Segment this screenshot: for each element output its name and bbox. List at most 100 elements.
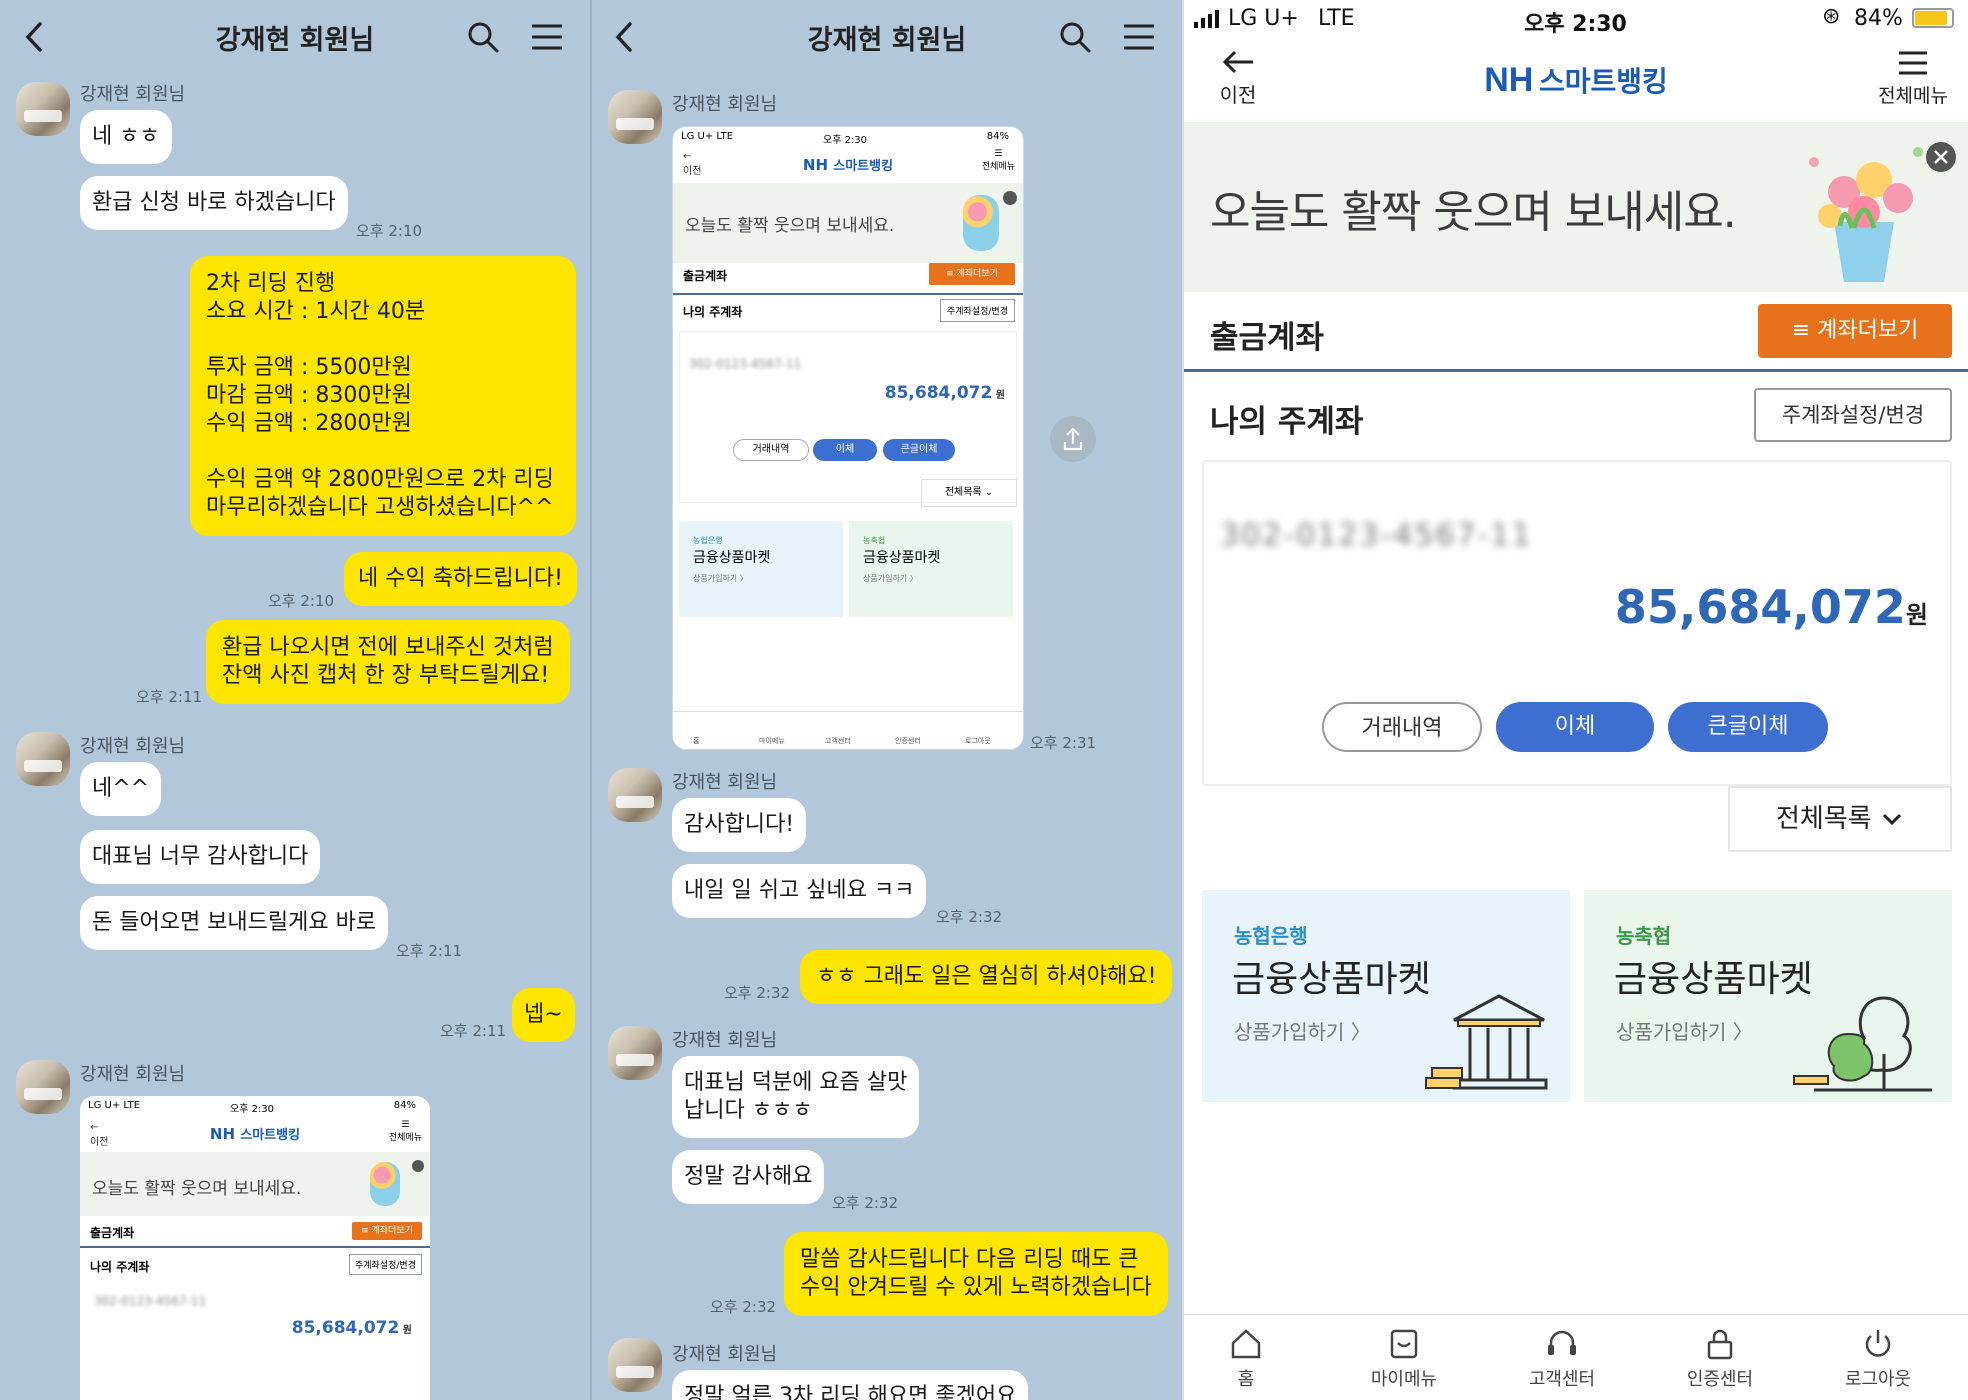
mini-main-account: 나의 주계좌 <box>90 1260 150 1274</box>
message-bubble[interactable]: 환급 신청 바로 하겠습니다 <box>80 176 348 230</box>
tab-my-menu[interactable]: 마이메뉴 <box>1344 1327 1464 1391</box>
my-menu-icon <box>1390 1329 1418 1359</box>
message-time: 오후 2:10 <box>268 592 335 610</box>
main-account-settings-button[interactable]: 주계좌설정/변경 <box>1754 388 1952 442</box>
product-card-nonghyup-cooperative[interactable]: 농축협 금융상품마켓 상품가입하기 〉 <box>1584 890 1952 1102</box>
mini-more-accounts: ≡ 계좌더보기 <box>352 1222 422 1240</box>
withdraw-title: 출금계좌 <box>1210 320 1325 356</box>
chat-window-left: 강재현 회원님 강재현 회원님 네 ㅎㅎ 환급 신청 바로 하겠습니다 오후 2… <box>0 0 590 1400</box>
mini-tabbar: 홈 마이메뉴 고객센터 인증센터 로그아웃 <box>673 711 1023 749</box>
tab-certification-center[interactable]: 인증센터 <box>1660 1327 1780 1391</box>
sender-name: 강재현 회원님 <box>80 1064 186 1085</box>
mini-withdraw-title: 출금계좌 <box>683 269 728 283</box>
avatar[interactable] <box>16 1060 70 1114</box>
sender-name: 강재현 회원님 <box>80 84 186 105</box>
main-account-section: 나의 주계좌 주계좌설정/변경 <box>1184 372 1968 452</box>
message-bubble[interactable]: 정말 감사해요 <box>672 1150 825 1204</box>
message-bubble[interactable]: 정말 얼른 3차 리딩 해요면 좋겠어요 <box>672 1370 1029 1400</box>
tab-home[interactable]: 홈 <box>1186 1327 1306 1391</box>
image-attachment[interactable]: LG U+ LTE 오후 2:30 84% ← 이전 NH 스마트뱅킹 ☰ 전체메뉴… <box>672 126 1024 750</box>
avatar[interactable] <box>16 82 70 136</box>
search-icon[interactable] <box>466 20 500 54</box>
chat-header: 강재현 회원님 <box>592 0 1182 72</box>
tab-customer-center[interactable]: 고객센터 <box>1502 1327 1622 1391</box>
network: LTE <box>1318 6 1355 31</box>
message-bubble-mine[interactable]: 네 수익 축하드립니다! <box>344 552 577 606</box>
sender-name: 강재현 회원님 <box>672 94 778 115</box>
power-icon <box>1865 1330 1891 1357</box>
message-bubble[interactable]: 감사합니다! <box>672 798 807 852</box>
account-card: 302-0123-4567-11 85,684,072원 거래내역 이체 큰글이… <box>1202 460 1952 786</box>
hamburger-menu-icon[interactable] <box>1122 22 1156 52</box>
mini-all-list: 전체목록 ⌄ <box>921 479 1017 507</box>
mini-status-time: 오후 2:30 <box>823 135 868 146</box>
card-title: 금융상품마켓 <box>1232 959 1431 1000</box>
message-bubble-mine[interactable]: 넵~ <box>512 988 575 1042</box>
signal-icon <box>1194 10 1219 28</box>
transaction-history-button[interactable]: 거래내역 <box>1322 702 1482 752</box>
message-bubble[interactable]: 대표님 너무 감사합니다 <box>80 830 321 884</box>
status-bar: LG U+ LTE 오후 2:30 ⊛ 84% <box>1184 0 1968 40</box>
card-bank-name: 농축협 <box>1616 924 1672 948</box>
message-bubble-mine[interactable]: 2차 리딩 진행 소요 시간 : 1시간 40분 투자 금액 : 5500만원 … <box>190 256 576 536</box>
chat-header: 강재현 회원님 <box>0 0 590 72</box>
tree-icon <box>1793 996 1932 1092</box>
all-list-dropdown[interactable]: 전체목록 <box>1728 786 1952 852</box>
mini-menu: ☰ 전체메뉴 <box>388 1120 422 1143</box>
mini-withdraw-title: 출금계좌 <box>90 1226 135 1240</box>
message-time: 오후 2:32 <box>832 1194 899 1212</box>
avatar[interactable] <box>608 90 662 144</box>
mini-main-account-btn: 주계좌설정/변경 <box>349 1254 422 1275</box>
hamburger-menu-icon[interactable] <box>530 22 564 52</box>
product-card-nonghyup-bank[interactable]: 농협은행 금융상품마켓 상품가입하기 〉 <box>1202 890 1570 1102</box>
transfer-button[interactable]: 이체 <box>1496 702 1654 752</box>
close-icon <box>1934 150 1948 164</box>
account-number-masked: 302-0123-4567-11 <box>1220 518 1533 553</box>
sender-name: 강재현 회원님 <box>80 736 186 757</box>
bank-building-icon <box>1425 994 1548 1090</box>
mini-status: LG U+ LTE <box>681 131 734 142</box>
message-time: 오후 2:10 <box>356 222 423 240</box>
message-bubble[interactable]: 돈 들어오면 보내드릴게요 바로 <box>80 896 389 950</box>
message-bubble[interactable]: 네^^ <box>80 762 162 816</box>
promo-banner[interactable]: 오늘도 활짝 웃으며 보내세요. <box>1184 122 1968 292</box>
home-icon <box>1231 1329 1261 1359</box>
avatar[interactable] <box>608 1338 662 1392</box>
mini-card: 농축협 금융상품마켓 상품가입하기 〉 <box>849 521 1013 617</box>
chevron-down-icon <box>1882 813 1902 826</box>
mini-balance: 85,684,072 원 <box>884 383 1005 403</box>
message-time: 오후 2:11 <box>396 942 463 960</box>
app-logo: NH 스마트뱅킹 <box>1484 61 1668 99</box>
message-bubble[interactable]: 네 ㅎㅎ <box>80 110 172 164</box>
account-balance: 85,684,072원 <box>1614 580 1928 634</box>
mini-status: LG U+ LTE <box>88 1100 141 1111</box>
message-bubble-mine[interactable]: 환급 나오시면 전에 보내주신 것처럼 잔액 사진 캡처 한 장 부탁드릴게요! <box>206 620 570 704</box>
large-text-transfer-button[interactable]: 큰글이체 <box>1668 702 1828 752</box>
tab-logout[interactable]: 로그아웃 <box>1818 1327 1938 1391</box>
message-bubble-mine[interactable]: ㅎㅎ 그래도 일은 열심히 하셔야해요! <box>800 950 1173 1004</box>
avatar[interactable] <box>16 732 70 786</box>
carrier: LG U+ <box>1228 6 1299 31</box>
full-menu-button[interactable]: 전체메뉴 <box>1878 50 1948 108</box>
avatar[interactable] <box>608 1026 662 1080</box>
app-header: 이전 NH 스마트뱅킹 전체메뉴 <box>1184 40 1968 122</box>
flower-bouquet-icon <box>1809 147 1923 282</box>
mini-card: 농협은행 금융상품마켓 상품가입하기 〉 <box>679 521 843 617</box>
card-bank-name: 농협은행 <box>1234 924 1308 948</box>
share-icon[interactable] <box>1050 416 1096 462</box>
image-attachment[interactable]: LG U+ LTE 오후 2:30 84% ← 이전 NH 스마트뱅킹 ☰ 전체메뉴… <box>80 1096 430 1400</box>
sender-name: 강재현 회원님 <box>672 772 778 793</box>
chat-title: 강재현 회원님 <box>215 25 375 56</box>
more-accounts-button[interactable]: ≡ 계좌더보기 <box>1758 304 1952 358</box>
sender-name: 강재현 회원님 <box>672 1030 778 1051</box>
message-bubble-mine[interactable]: 말씀 감사드립니다 다음 리딩 때도 큰 수익 안겨드릴 수 있게 노력하겠습니… <box>784 1232 1168 1316</box>
avatar[interactable] <box>608 768 662 822</box>
message-bubble[interactable]: 대표님 덕분에 요즘 살맛 납니다 ㅎㅎㅎ <box>672 1056 920 1138</box>
message-time: 오후 2:11 <box>440 1022 507 1040</box>
message-bubble[interactable]: 내일 일 쉬고 싶네요 ㅋㅋ <box>672 864 927 918</box>
search-icon[interactable] <box>1058 20 1092 54</box>
close-banner-button[interactable] <box>1926 142 1956 172</box>
card-link: 상품가입하기 〉 <box>1234 1020 1371 1044</box>
lock-icon <box>1707 1329 1733 1360</box>
mini-brand: NH 스마트뱅킹 <box>802 156 894 174</box>
